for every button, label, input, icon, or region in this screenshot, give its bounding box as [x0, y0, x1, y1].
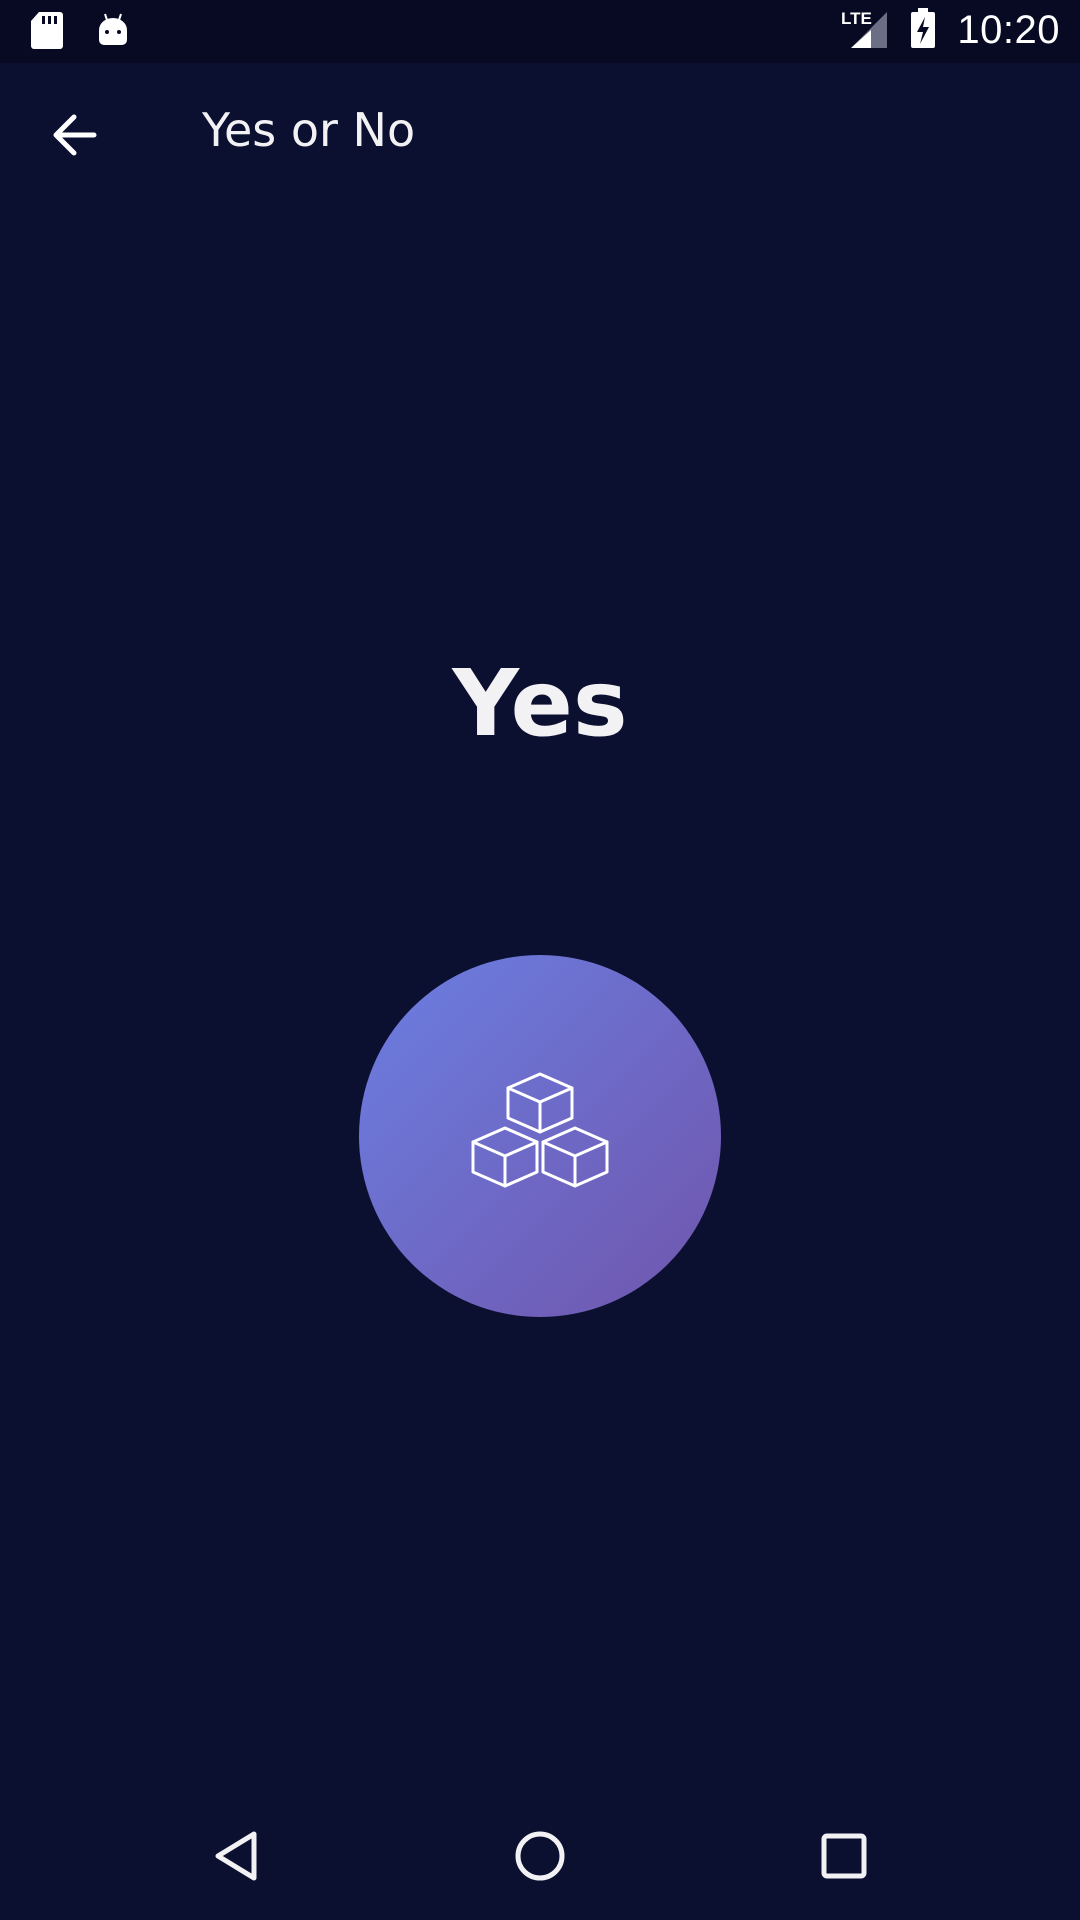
- navigation-bar: [0, 1800, 1080, 1920]
- recents-square-icon: [820, 1832, 868, 1884]
- page-title: Yes or No: [202, 103, 416, 157]
- stacked-cubes-icon: [470, 1072, 610, 1200]
- android-icon: [96, 10, 130, 54]
- home-circle-icon: [514, 1830, 566, 1886]
- roll-button[interactable]: [359, 955, 721, 1317]
- arrow-back-icon: [50, 113, 98, 161]
- lte-signal-icon: LTE: [841, 6, 889, 54]
- answer-text: Yes: [452, 650, 628, 757]
- battery-charging-icon: [909, 6, 937, 54]
- nav-recents-button[interactable]: [804, 1828, 884, 1888]
- nav-home-button[interactable]: [500, 1828, 580, 1888]
- status-bar: LTE 10:20: [0, 0, 1080, 63]
- back-button[interactable]: [34, 101, 114, 173]
- sd-card-icon: [30, 10, 64, 54]
- back-triangle-icon: [212, 1830, 260, 1886]
- app-bar: Yes or No: [0, 63, 1080, 210]
- lte-label: LTE: [841, 9, 872, 28]
- nav-back-button[interactable]: [196, 1828, 276, 1888]
- status-time: 10:20: [957, 7, 1060, 52]
